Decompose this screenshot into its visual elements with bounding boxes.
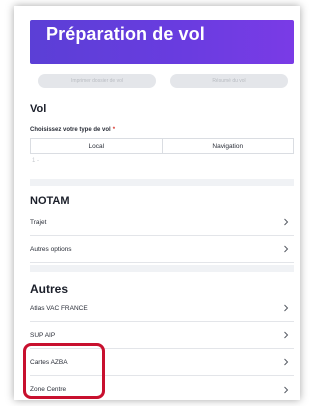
- flight-type-segmented-control: Local Navigation: [30, 138, 294, 154]
- flight-type-option-navigation[interactable]: Navigation: [161, 139, 294, 153]
- header-banner: Préparation de vol: [30, 20, 294, 64]
- flight-type-label: Choisissez votre type de vol *: [30, 127, 115, 133]
- page-title: Préparation de vol: [46, 24, 205, 44]
- required-marker: *: [112, 127, 116, 133]
- chevron-right-icon: [284, 358, 289, 366]
- list-item-trajet[interactable]: Trajet: [30, 209, 294, 236]
- list-item-sup-aip[interactable]: SUP AIP: [30, 322, 294, 349]
- section-title-notam: NOTAM: [30, 195, 70, 207]
- list-item-label: SUP AIP: [30, 331, 56, 339]
- section-title-autres: Autres: [30, 282, 69, 296]
- chevron-right-icon: [284, 331, 289, 339]
- section-divider: [30, 265, 294, 272]
- list-item-label: Trajet: [30, 218, 47, 226]
- section-divider: [30, 179, 294, 186]
- flight-type-label-text: Choisissez votre type de vol: [30, 127, 111, 133]
- chevron-right-icon: [284, 304, 289, 312]
- list-item-atlas-vac-france[interactable]: Atlas VAC FRANCE: [30, 295, 294, 322]
- list-item-label: Zone Centre: [30, 386, 67, 393]
- flight-type-hint: 1 -: [32, 158, 40, 164]
- chevron-right-icon: [284, 386, 289, 393]
- chevron-right-icon: [284, 218, 289, 226]
- print-flight-file-button[interactable]: Imprimer dossier de vol: [38, 74, 156, 88]
- list-item-zone-centre[interactable]: Zone Centre: [30, 376, 294, 400]
- list-item-autres-options[interactable]: Autres options: [30, 236, 294, 263]
- flight-type-option-local[interactable]: Local: [31, 139, 162, 153]
- chevron-right-icon: [284, 245, 289, 253]
- flight-summary-button[interactable]: Résumé du vol: [170, 74, 288, 88]
- list-item-label: Autres options: [30, 245, 72, 253]
- list-item-label: Cartes AZBA: [30, 358, 68, 366]
- section-title-vol: Vol: [30, 103, 47, 115]
- flight-prep-panel: Préparation de vol Imprimer dossier de v…: [14, 6, 300, 400]
- list-item-cartes-azba[interactable]: Cartes AZBA: [30, 349, 294, 376]
- list-item-label: Atlas VAC FRANCE: [30, 304, 88, 312]
